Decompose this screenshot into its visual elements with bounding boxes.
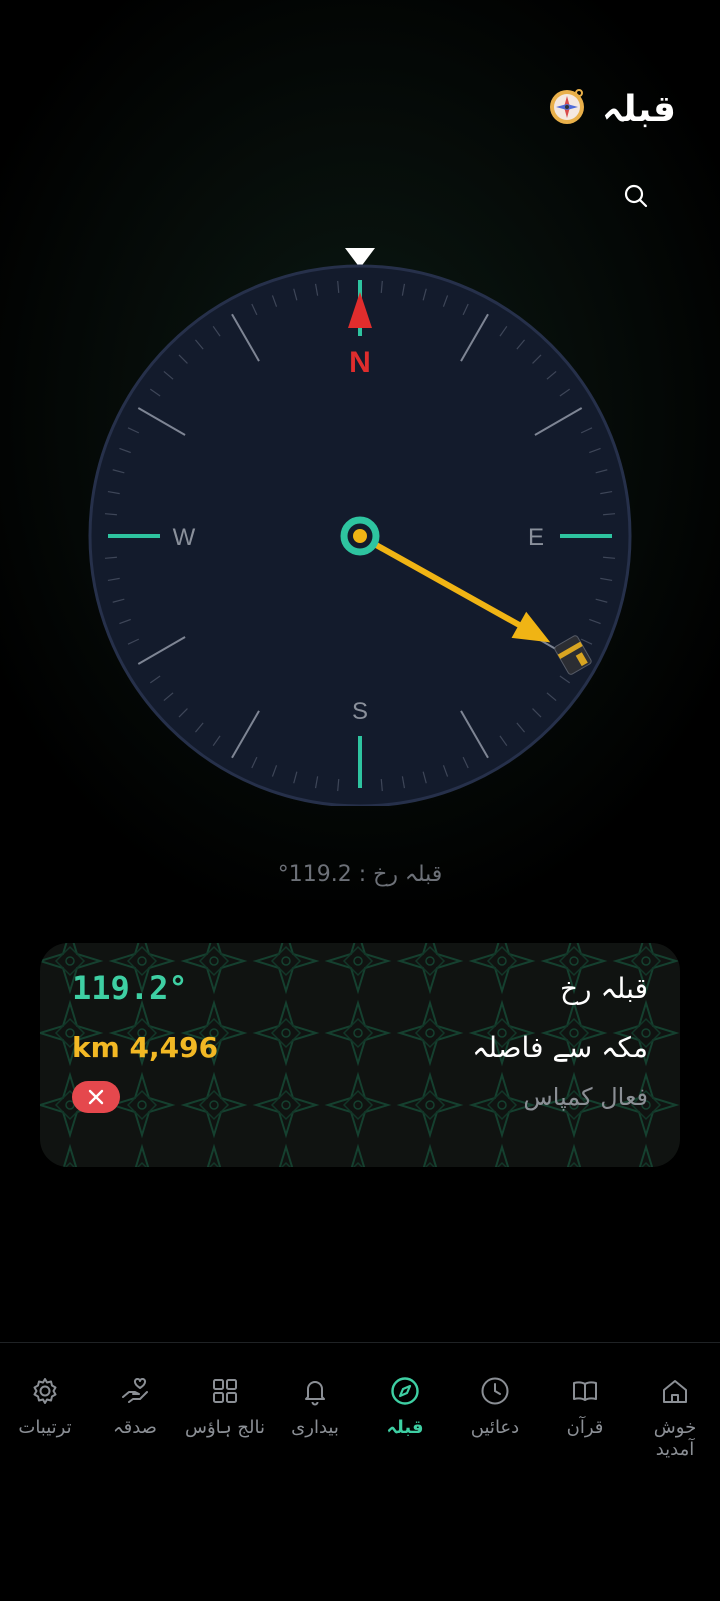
search-icon xyxy=(624,184,648,208)
nav-label-charity: صدقہ xyxy=(113,1417,157,1438)
nav-item-knowledge-house[interactable]: نالج ہاؤس xyxy=(180,1375,270,1439)
page-header: قبلہ xyxy=(548,84,676,134)
west-label: W xyxy=(173,524,196,551)
pattern-star xyxy=(278,1143,294,1167)
search-button[interactable] xyxy=(620,180,652,212)
close-icon xyxy=(88,1089,104,1105)
east-label: E xyxy=(528,524,544,551)
south-label: S xyxy=(352,698,368,725)
home-icon xyxy=(663,1380,687,1403)
active-compass-row: فعال کمپاس xyxy=(72,1081,648,1113)
pattern-star xyxy=(206,1143,222,1167)
pattern-star xyxy=(566,1143,582,1167)
nav-label-qibla: قبلہ xyxy=(386,1417,424,1438)
nav-item-charity[interactable]: صدقہ xyxy=(90,1375,180,1439)
clock-icon xyxy=(481,1377,509,1405)
nav-item-settings[interactable]: ترتیبات xyxy=(0,1375,90,1439)
qibla-direction-value: 119.2° xyxy=(72,969,188,1007)
distance-row: km 4,496 مکہ سے فاصلہ xyxy=(72,1031,648,1064)
qibla-direction-label: قبلہ رخ xyxy=(559,971,648,1005)
center-dot xyxy=(353,529,367,543)
hand-heart-icon xyxy=(122,1377,148,1403)
nav-label-welcome: خوش آمدید xyxy=(653,1417,697,1460)
active-compass-label: فعال کمپاس xyxy=(523,1083,648,1111)
nav-item-alarm[interactable]: بیداری xyxy=(270,1375,360,1439)
qibla-bearing-text: قبلہ رخ : 119.2° xyxy=(277,862,443,887)
bottom-navigation: ترتیبات صدقہ نالج ہاؤس بیداری قبلہ دعائی… xyxy=(0,1342,720,1601)
distance-label: مکہ سے فاصلہ xyxy=(472,1031,648,1064)
north-label: N xyxy=(349,346,371,379)
bell-icon xyxy=(305,1381,325,1406)
pattern-star xyxy=(422,1143,438,1167)
nav-item-welcome[interactable]: خوش آمدید xyxy=(630,1375,720,1461)
gear-icon xyxy=(33,1378,57,1404)
grid-icon xyxy=(213,1379,237,1403)
pattern-star xyxy=(134,1143,150,1167)
qibla-info-card: 119.2° قبلہ رخ km 4,496 مکہ سے فاصلہ فعا… xyxy=(40,943,680,1167)
pattern-star xyxy=(638,1143,654,1167)
page-title: قبلہ xyxy=(601,88,676,130)
nav-label-prayers: دعائیں xyxy=(470,1417,520,1438)
pattern-star xyxy=(62,1143,78,1167)
book-icon xyxy=(573,1381,597,1401)
pattern-star xyxy=(350,1143,366,1167)
nav-label-knowledge-house: نالج ہاؤس xyxy=(184,1417,265,1438)
pattern-star xyxy=(494,1143,510,1167)
distance-value: km 4,496 xyxy=(72,1031,219,1064)
compass[interactable]: N E W S xyxy=(88,240,632,808)
qibla-direction-row: 119.2° قبلہ رخ xyxy=(72,969,648,1007)
nav-label-settings: ترتیبات xyxy=(18,1417,72,1438)
compass-status-toggle[interactable] xyxy=(72,1081,120,1113)
compass-icon xyxy=(391,1377,419,1405)
nav-item-quran[interactable]: قرآن xyxy=(540,1375,630,1439)
nav-label-alarm: بیداری xyxy=(291,1417,339,1438)
nav-item-prayers[interactable]: دعائیں xyxy=(450,1375,540,1439)
nav-item-qibla[interactable]: قبلہ xyxy=(360,1375,450,1439)
nav-label-quran: قرآن xyxy=(566,1417,604,1438)
compass-emoji-icon xyxy=(548,88,586,130)
